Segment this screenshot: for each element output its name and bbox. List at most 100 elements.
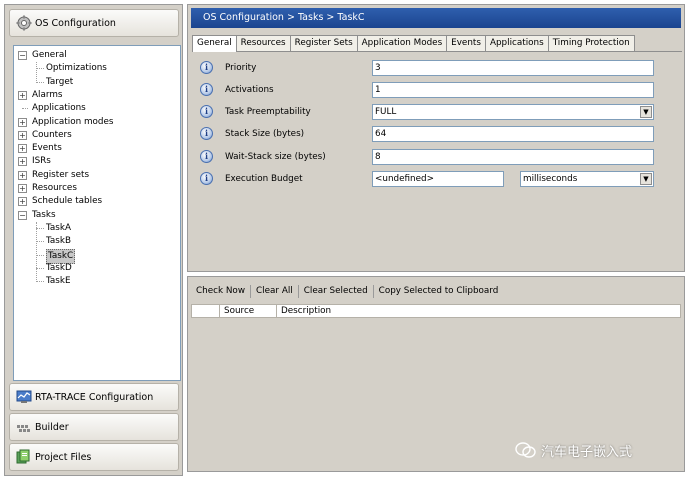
column-header-description[interactable]: Description [277,305,680,317]
builder-label: Builder [35,421,69,433]
project-files-label: Project Files [35,451,92,463]
wait-stack-size-field[interactable]: 8 [372,149,654,165]
tab-application-modes[interactable]: Application Modes [356,35,448,51]
tab-events[interactable]: Events [446,35,486,51]
info-icon[interactable]: i [200,105,213,118]
project-files-button[interactable]: Project Files [9,443,179,471]
tab-strip: General Resources Register Sets Applicat… [192,35,635,52]
execution-budget-unit-select[interactable]: milliseconds ▼ [520,171,654,187]
tree-guide-line [36,81,44,83]
tree-guide-line [36,281,44,283]
stack-size-field[interactable]: 64 [372,126,654,142]
results-toolbar: Check Now Clear All Clear Selected Copy … [191,283,503,299]
expand-icon[interactable]: + [18,90,27,100]
tree-item-label: Alarms [32,89,63,100]
tree-item-label: Application modes [32,116,114,127]
wechat-icon [515,442,536,458]
os-configuration-label: OS Configuration [35,17,116,29]
wait-stack-size-row: i Wait-Stack size (bytes) 8 [200,149,660,165]
tree-item-label: Schedule tables [32,196,103,207]
tree-guide-line [36,267,44,269]
tree-item-label: Counters [32,129,72,140]
priority-row: i Priority 3 [200,60,660,76]
task-preemptability-value: FULL [375,107,397,117]
task-preemptability-select[interactable]: FULL ▼ [372,104,654,120]
expand-icon[interactable]: + [18,157,27,167]
check-now-button[interactable]: Check Now [191,284,250,298]
tab-register-sets[interactable]: Register Sets [289,35,358,51]
tree-guide-line [22,108,28,110]
tab-resources[interactable]: Resources [235,35,291,51]
info-icon[interactable]: i [200,61,213,74]
priority-label: Priority [225,63,257,73]
rta-trace-configuration-button[interactable]: RTA-TRACE Configuration [9,383,179,411]
copy-selected-button[interactable]: Copy Selected to Clipboard [374,284,504,298]
tree-item-label: TaskE [46,276,71,287]
expand-icon[interactable]: + [18,197,27,207]
tree-item-label: Tasks [32,209,56,220]
activations-label: Activations [225,85,274,95]
chevron-down-icon[interactable]: ▼ [640,106,652,118]
wait-stack-size-label: Wait-Stack size (bytes) [225,152,326,162]
expand-icon[interactable]: + [18,117,27,127]
tree-item-label: Register sets [32,169,90,180]
tree-item-label: Applications [32,103,86,114]
chevron-down-icon[interactable]: ▼ [640,173,652,185]
os-configuration-header[interactable]: OS Configuration [9,9,179,37]
builder-button[interactable]: Builder [9,413,179,441]
execution-budget-row: i Execution Budget <undefined> milliseco… [200,171,660,187]
configuration-tree[interactable]: − General Optimizations Target + Alarms Applic… [13,45,181,381]
task-preemptability-label: Task Preemptability [225,107,311,117]
rta-trace-label: RTA-TRACE Configuration [35,391,154,403]
expand-icon[interactable]: + [18,130,27,140]
tree-item-label: TaskA [46,222,72,233]
info-icon[interactable]: i [200,172,213,185]
stack-size-row: i Stack Size (bytes) 64 [200,126,660,142]
tree-guide-line [36,68,44,70]
activations-row: i Activations 1 [200,82,660,98]
tree-item-label: Optimizations [46,63,107,74]
clear-all-button[interactable]: Clear All [251,284,298,298]
tab-timing-protection[interactable]: Timing Protection [547,35,635,51]
tree-item-label: TaskB [46,236,72,247]
tab-general[interactable]: General [192,35,237,52]
task-preemptability-row: i Task Preemptability FULL ▼ [200,104,660,120]
tree-guide-line [36,62,37,83]
info-icon[interactable]: i [200,127,213,140]
info-icon[interactable]: i [200,83,213,96]
trace-monitor-icon [16,389,32,405]
column-header-status[interactable] [192,305,220,317]
watermark: 汽车电子嵌入式 [515,440,675,460]
tree-guide-line [36,227,44,229]
navigation-panel: OS Configuration − General Optimizations Ta… [4,4,183,476]
tree-item-label: Resources [32,183,77,193]
results-table-header: Source Description [191,304,681,318]
tab-applications[interactable]: Applications [484,35,549,51]
project-files-icon [16,449,32,465]
execution-budget-field[interactable]: <undefined> [372,171,504,187]
info-icon[interactable]: i [200,150,213,163]
tree-guide-line [36,241,44,243]
execution-budget-unit-value: milliseconds [523,174,578,184]
expand-icon[interactable]: + [18,170,27,180]
task-configuration-panel: OS Configuration > Tasks > TaskC General… [187,4,685,272]
general-tab-page: i Priority 3 i Activations 1 i Task Pree… [192,51,682,269]
tree-item-label: TaskD [46,262,72,273]
activations-field[interactable]: 1 [372,82,654,98]
priority-field[interactable]: 3 [372,60,654,76]
stack-size-label: Stack Size (bytes) [225,129,305,139]
clear-selected-button[interactable]: Clear Selected [299,284,373,298]
collapse-icon[interactable]: − [18,210,27,220]
tree-item-label: ISRs [32,156,51,167]
expand-icon[interactable]: + [18,144,27,154]
column-header-source[interactable]: Source [220,305,277,317]
tree-item-label: Target [46,76,74,87]
collapse-icon[interactable]: − [18,51,27,60]
tree-item-label: Events [32,143,62,154]
tree-guide-line [36,221,37,283]
breadcrumb: OS Configuration > Tasks > TaskC [191,8,681,28]
os-config-gear-icon [16,15,32,31]
expand-icon[interactable]: + [18,184,27,193]
execution-budget-label: Execution Budget [225,174,303,184]
tree-item-label: General [32,50,67,60]
